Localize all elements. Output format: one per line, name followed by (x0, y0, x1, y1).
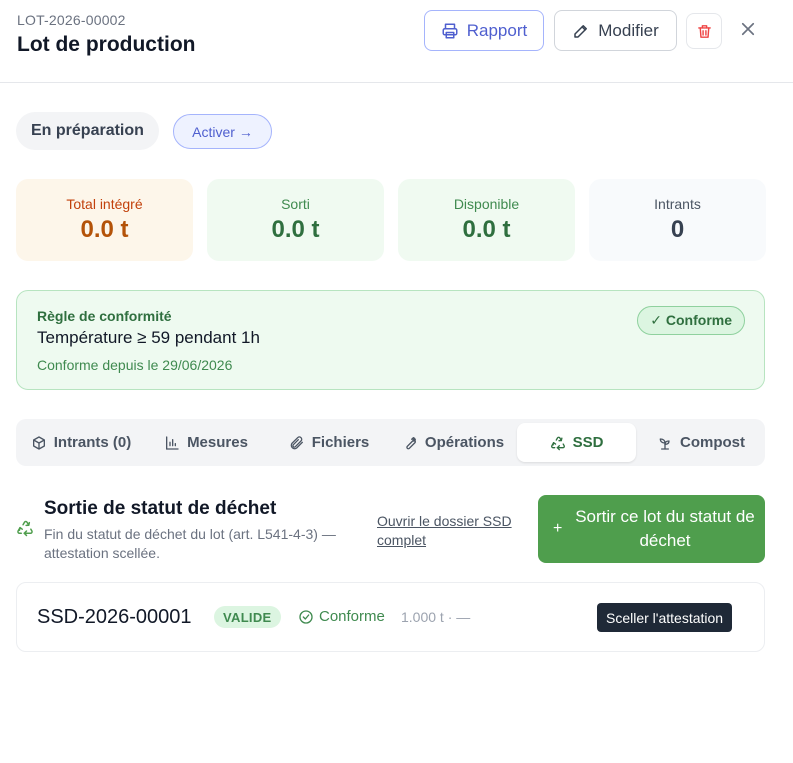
wrench-icon (406, 436, 416, 449)
tab-fichiers[interactable]: Fichiers (282, 423, 376, 462)
pencil-icon (574, 24, 588, 38)
activate-button[interactable]: Activer → (173, 114, 272, 149)
record-quantity: 1.000 t · — (401, 609, 471, 625)
stat-total-integre: Total intégré 0.0 t (16, 179, 193, 261)
close-button[interactable] (736, 17, 760, 41)
status-badge: En préparation (16, 112, 159, 150)
modifier-button[interactable]: Modifier (554, 10, 677, 51)
bar-chart-icon (166, 435, 179, 450)
tab-label: Intrants (0) (53, 434, 132, 451)
recycle-icon (550, 436, 565, 450)
record-conformity: Conforme (298, 608, 385, 625)
exit-waste-status-button[interactable]: + Sortir ce lot du statut de déchet (538, 495, 765, 563)
stat-label: Total intégré (66, 196, 143, 212)
tab-intrants[interactable]: Intrants (0) (26, 423, 136, 462)
plus-icon: + (553, 520, 563, 537)
stat-label: Sorti (281, 196, 310, 212)
compliance-rule: Température ≥ 59 pendant 1h (37, 328, 260, 347)
tab-mesures[interactable]: Mesures (156, 423, 256, 462)
stat-label: Disponible (453, 196, 520, 212)
tab-label: Fichiers (311, 434, 370, 451)
stat-value: 0.0 t (80, 216, 129, 243)
ssd-record-row: SSD-2026-00001 VALIDE Conforme 1.000 t ·… (16, 582, 765, 652)
conforme-badge: ✓ Conforme (637, 306, 745, 335)
tab-compost[interactable]: Compost (646, 423, 756, 462)
exit-waste-status-label: Sortir ce lot du statut de déchet (575, 507, 755, 550)
delete-button[interactable] (686, 13, 722, 49)
sprout-icon (659, 437, 670, 450)
stat-value: 0.0 t (271, 216, 320, 243)
cube-icon (32, 435, 45, 450)
tab-bar: Intrants (0) Mesures Fichiers Opérations… (16, 419, 765, 466)
check-circle-icon (299, 609, 313, 624)
status-badge: VALIDE (214, 606, 281, 628)
compliance-rule-card: Règle de conformité Température ≥ 59 pen… (16, 290, 765, 390)
compliance-since: Conforme depuis le 29/06/2026 (37, 357, 233, 373)
open-ssd-dossier-link[interactable]: Ouvrir le dossier SSD complet (377, 512, 527, 550)
page-title: Lot de production (17, 33, 196, 56)
paperclip-icon (290, 435, 303, 449)
stat-disponible: Disponible 0.0 t (398, 179, 575, 261)
tab-operations[interactable]: Opérations (396, 423, 510, 462)
tab-label: Compost (680, 434, 745, 451)
stat-value: 0.0 t (462, 216, 511, 243)
tab-label: Mesures (187, 434, 248, 451)
close-icon (741, 22, 755, 36)
stat-label: Intrants (654, 196, 701, 212)
modifier-label: Modifier (598, 20, 659, 40)
stat-sorti: Sorti 0.0 t (207, 179, 384, 261)
recycle-icon (17, 520, 33, 537)
tab-ssd[interactable]: SSD (517, 423, 636, 462)
seal-attestation-button[interactable]: Sceller l'attestation (597, 603, 733, 632)
tab-label: SSD (572, 434, 604, 451)
lot-code: LOT-2026-00002 (17, 12, 126, 28)
trash-icon (697, 24, 711, 38)
stat-value: 0 (670, 216, 685, 243)
ssd-section-title: Sortie de statut de déchet (44, 498, 277, 519)
ssd-record-id: SSD-2026-00001 (37, 606, 192, 628)
printer-icon (442, 23, 458, 38)
tab-label: Opérations (424, 434, 505, 451)
record-conformity-label: Conforme (319, 608, 385, 625)
rapport-label: Rapport (466, 20, 528, 40)
compliance-title: Règle de conformité (37, 308, 172, 324)
rapport-button[interactable]: Rapport (424, 10, 544, 51)
ssd-description: Fin du statut de déchet du lot (art. L54… (44, 526, 336, 561)
stat-intrants: Intrants 0 (589, 179, 766, 261)
dialog-header: LOT-2026-00002 Lot de production Rapport… (0, 0, 793, 83)
